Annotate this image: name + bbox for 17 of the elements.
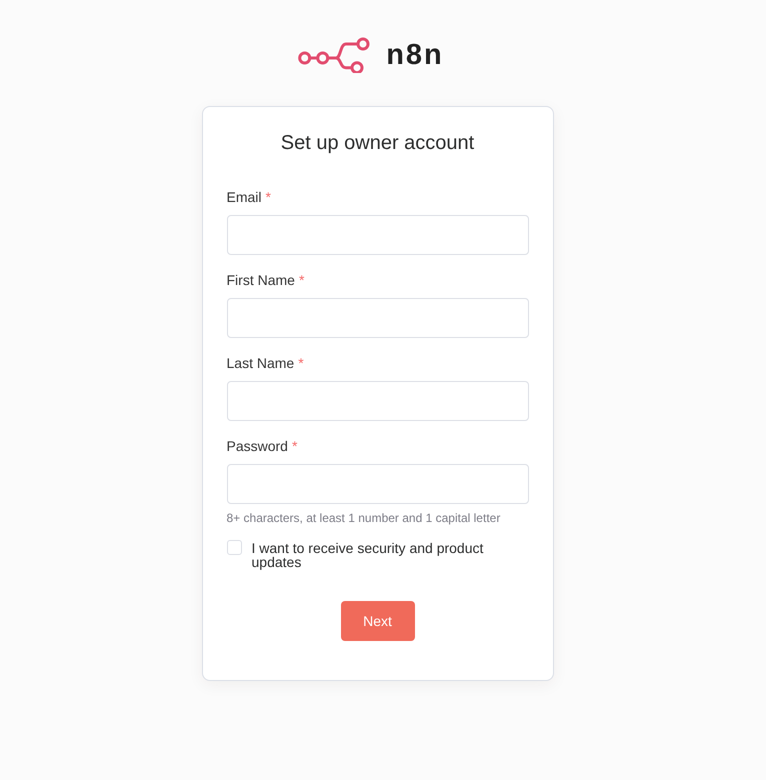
required-asterisk: * [266, 189, 271, 205]
required-asterisk: * [298, 272, 304, 288]
password-hint: 8+ characters, at least 1 number and 1 capital letter [226, 510, 502, 526]
field-label: Email [226, 189, 262, 205]
input-field[interactable] [226, 464, 528, 504]
required-asterisk: * [298, 355, 304, 371]
card-title: Set up owner account [280, 131, 476, 155]
checkbox-label[interactable]: I want to receive security and product updates [252, 540, 528, 569]
field-label: Password [226, 438, 288, 454]
input-field[interactable] [226, 298, 528, 338]
field-label: Last Name [226, 355, 294, 371]
checkbox[interactable] [226, 540, 242, 555]
input-field[interactable] [226, 215, 528, 255]
logo-wordmark: n8n [386, 38, 444, 73]
input-field[interactable] [226, 381, 528, 421]
required-asterisk: * [292, 438, 298, 454]
field-label: First Name [226, 272, 295, 288]
